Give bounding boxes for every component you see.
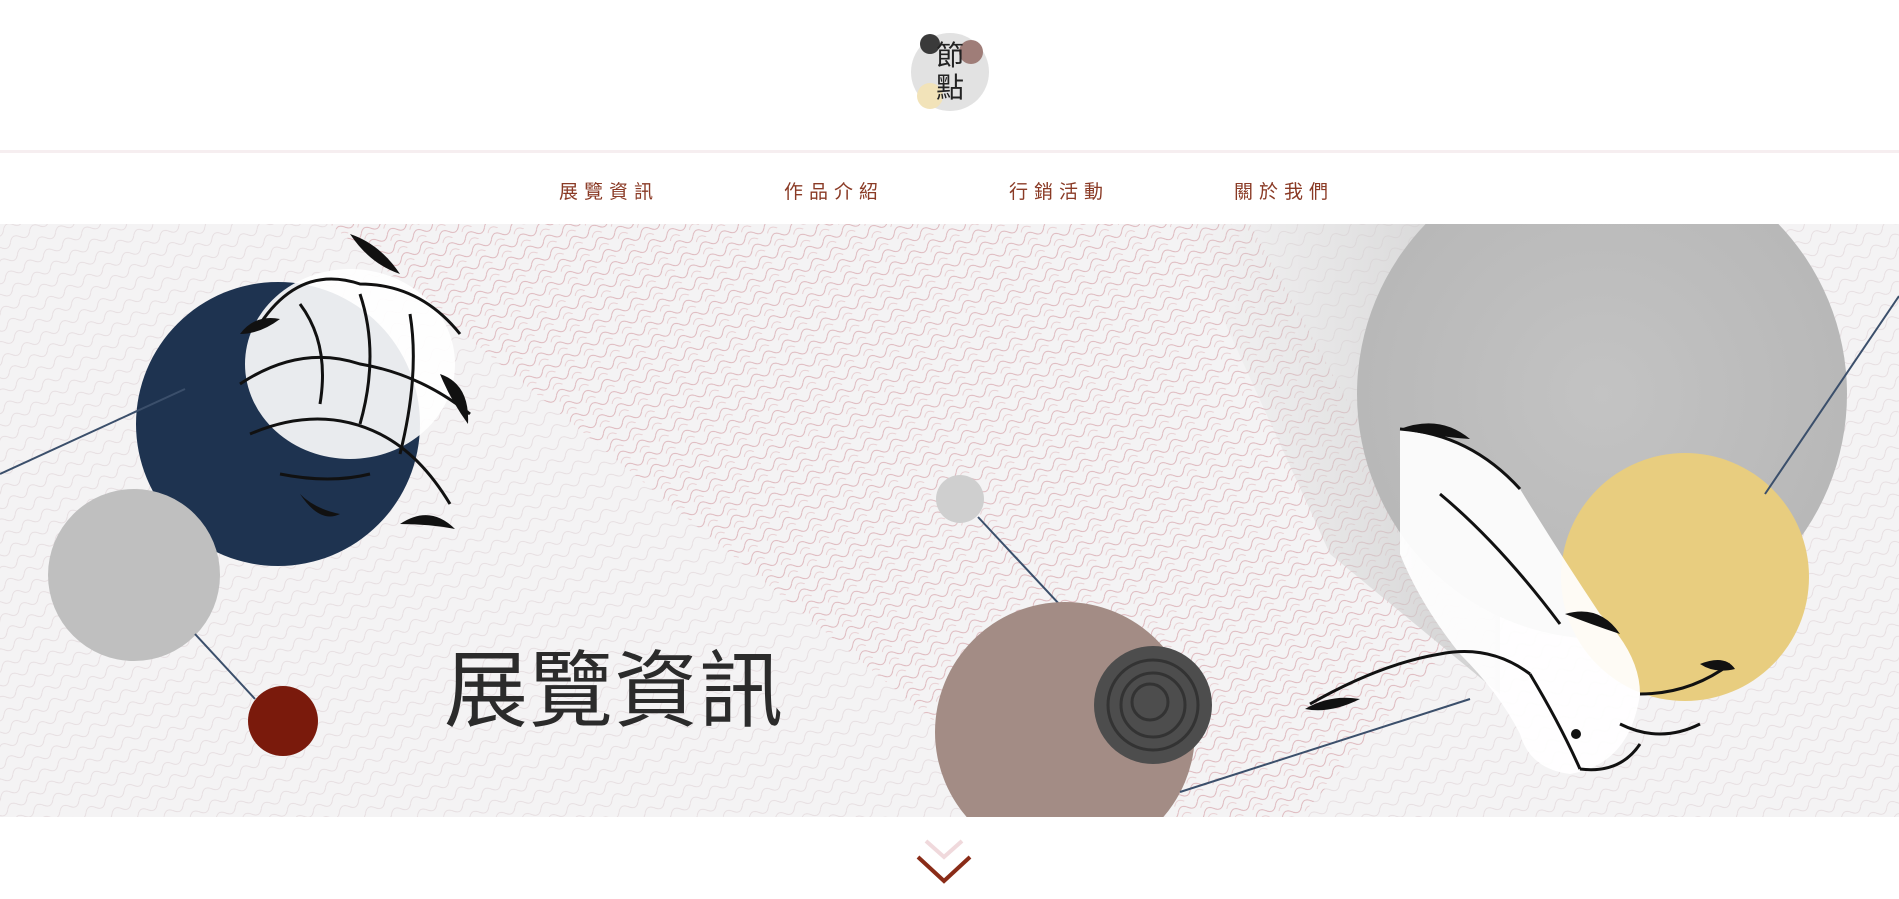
nav-item-about-us[interactable]: 關於我們 <box>1234 177 1334 204</box>
chevron-down-icon <box>916 839 972 884</box>
site-header: 節 點 <box>0 0 1899 153</box>
hero-title: 展覽資訊 <box>444 642 785 740</box>
nav-item-marketing[interactable]: 行銷活動 <box>1009 177 1109 204</box>
nav-item-exhibition-info[interactable]: 展覽資訊 <box>559 177 659 204</box>
hero-illustration <box>0 224 1899 817</box>
red-circle <box>248 686 318 756</box>
scroll-down-button[interactable] <box>914 835 974 887</box>
dark-stone-circle <box>1094 646 1212 764</box>
left-grey-circle <box>48 489 220 661</box>
small-grey-circle <box>936 475 984 523</box>
site-logo[interactable]: 節 點 <box>908 30 990 114</box>
logo-text-line2: 點 <box>935 71 964 104</box>
nav-item-works[interactable]: 作品介紹 <box>784 177 884 204</box>
main-nav: 展覽資訊 作品介紹 行銷活動 關於我們 <box>0 153 1899 224</box>
logo-text-line1: 節 <box>935 39 964 72</box>
hero-banner: 展覽資訊 <box>0 224 1899 817</box>
logo-text: 節 點 <box>930 40 970 104</box>
